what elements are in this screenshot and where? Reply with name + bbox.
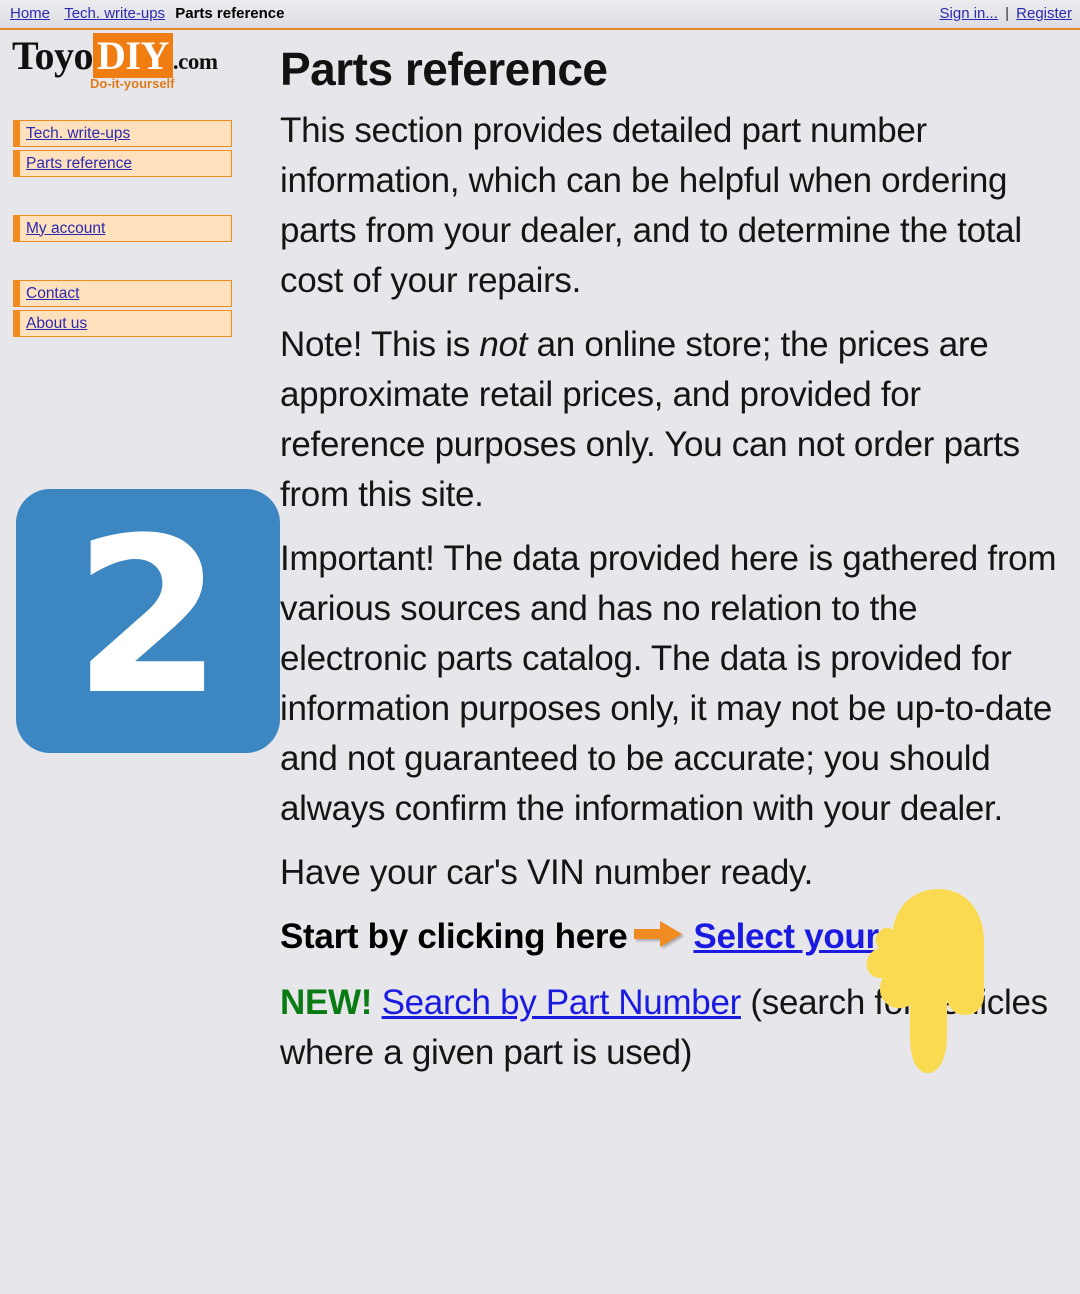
sidebar-item-label: About us — [26, 314, 88, 332]
site-logo[interactable]: Toyo DIY .com Do-it-yourself — [12, 33, 242, 92]
vin-paragraph: Have your car's VIN number ready. — [280, 853, 814, 892]
nav-link-tech-writeups[interactable]: Tech. write-ups — [64, 5, 165, 22]
top-navigation-bar: Home Tech. write-ups Parts reference Sig… — [0, 0, 1080, 30]
logo-tagline: Do-it-yourself — [90, 76, 175, 91]
cta-prefix-label: Start by clicking here — [280, 917, 628, 956]
logo-text-com: .com — [172, 49, 218, 74]
sidebar-item-label: Contact — [26, 284, 80, 302]
search-by-part-number-link[interactable]: Search by Part Number — [382, 983, 742, 1022]
breadcrumb-current-page: Parts reference — [175, 5, 285, 22]
new-feature-paragraph: NEW! Search by Part Number (search for v… — [280, 978, 1070, 1078]
sidebar-item-about-us[interactable]: About us — [13, 310, 232, 337]
step-number-badge: 2 — [16, 489, 280, 753]
sidebar-item-label: Tech. write-ups — [26, 124, 131, 142]
intro-paragraph: This section provides detailed part numb… — [280, 111, 1022, 300]
page-title: Parts reference — [280, 43, 608, 95]
new-line-space — [372, 983, 381, 1022]
logo-text-diy: DIY — [93, 33, 173, 78]
note-text-italic: not — [479, 325, 528, 364]
sidebar-navigation: Tech. write-ups Parts reference My accou… — [13, 120, 232, 340]
step-badge-number-label: 2 — [73, 490, 223, 742]
note-text-before: Note! This is — [280, 325, 480, 364]
top-nav-right-group: Sign in... | Register — [940, 5, 1072, 22]
top-nav-left-group: Home Tech. write-ups Parts reference — [10, 5, 284, 22]
arrow-right-icon — [633, 914, 685, 964]
sign-in-link[interactable]: Sign in... — [940, 5, 998, 22]
nav-separator: | — [1005, 5, 1009, 22]
new-badge-label: NEW! — [280, 983, 373, 1022]
main-content: Parts reference This section provides de… — [280, 44, 1070, 1092]
nav-link-home[interactable]: Home — [10, 5, 50, 22]
sidebar-item-tech-writeups[interactable]: Tech. write-ups — [13, 120, 232, 147]
select-your-car-link[interactable]: Select your car — [693, 917, 940, 956]
cta-paragraph: Start by clicking here Select your car — [280, 912, 1070, 964]
important-paragraph: Important! The data provided here is gat… — [280, 539, 1057, 828]
logo-text-toyo: Toyo — [12, 33, 94, 78]
sidebar-item-label: Parts reference — [26, 154, 132, 172]
sidebar-item-contact[interactable]: Contact — [13, 280, 232, 307]
sidebar-item-label: My account — [26, 219, 106, 237]
sidebar-item-my-account[interactable]: My account — [13, 215, 232, 242]
sidebar-group-spacer — [13, 180, 232, 215]
sidebar-item-parts-reference[interactable]: Parts reference — [13, 150, 232, 177]
sidebar-group-spacer — [13, 245, 232, 280]
register-link[interactable]: Register — [1016, 5, 1072, 22]
note-paragraph: Note! This is not an online store; the p… — [280, 320, 1070, 520]
